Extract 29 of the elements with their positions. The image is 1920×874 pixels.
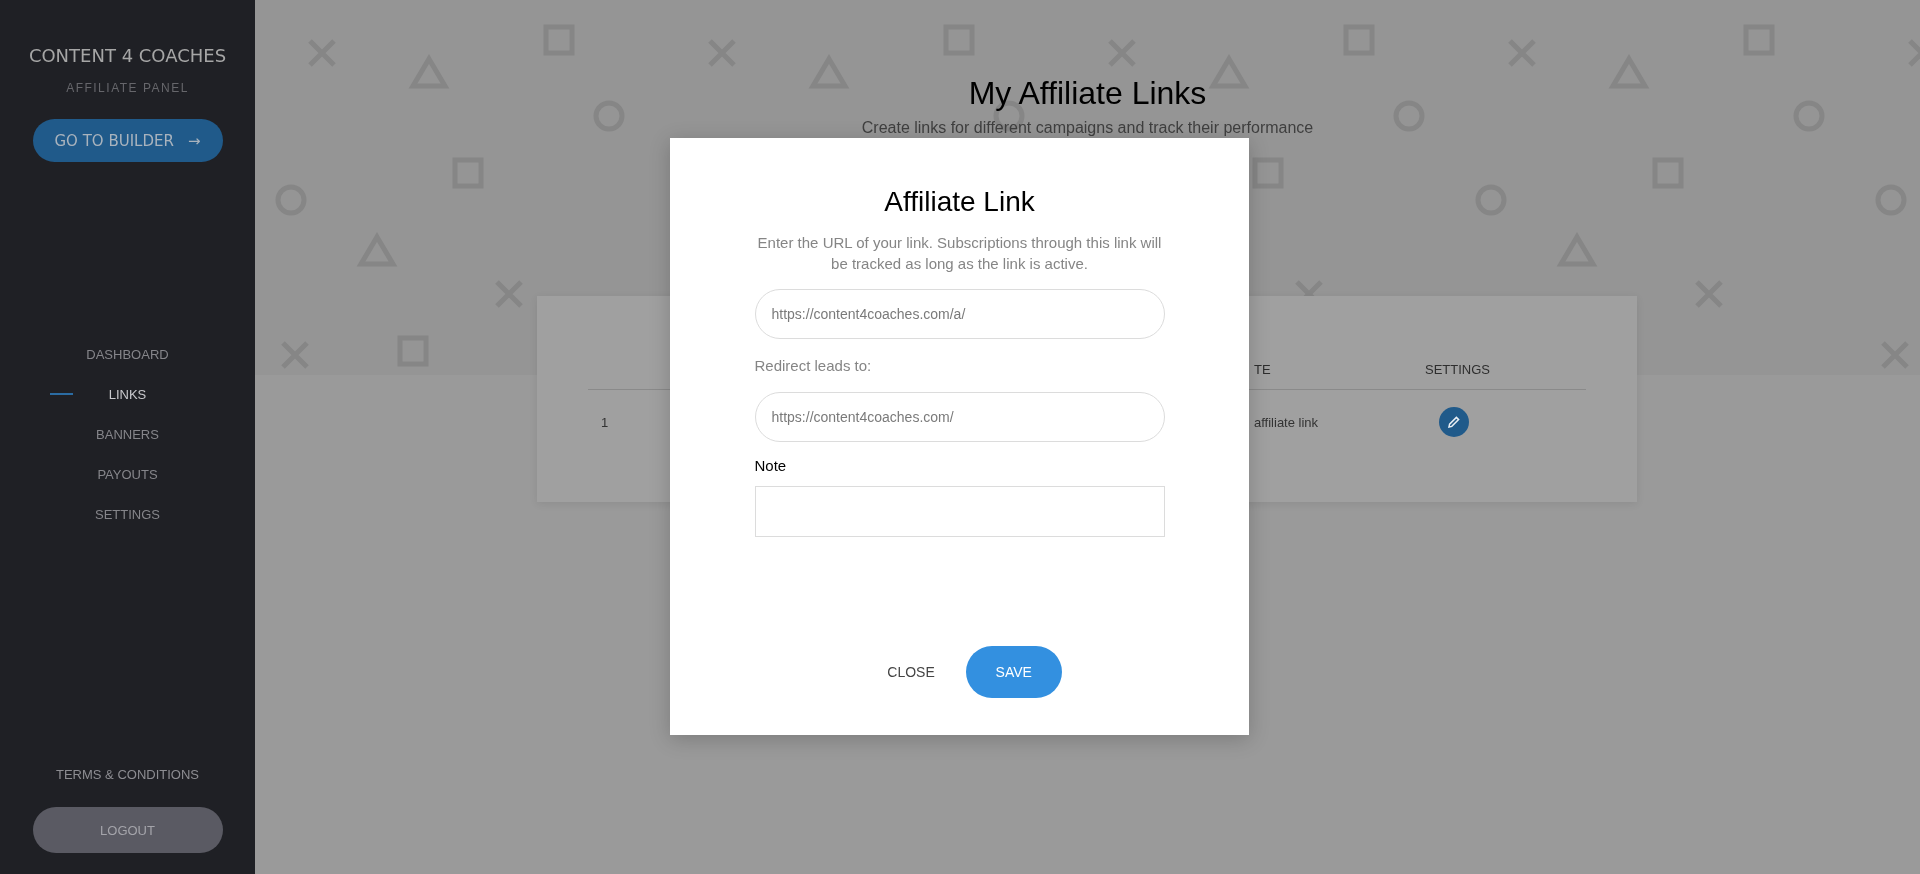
panel-subtitle: AFFILIATE PANEL xyxy=(66,80,189,96)
active-indicator xyxy=(50,393,73,395)
pencil-icon xyxy=(1448,416,1460,428)
nav-link[interactable]: BANNERS xyxy=(96,426,159,442)
arrow-icon: → xyxy=(187,131,201,150)
url-field[interactable]: https://content4coaches.com/a/ xyxy=(754,289,1165,339)
nav-link[interactable]: LINKS xyxy=(108,386,147,402)
nav-link[interactable]: SETTINGS xyxy=(95,506,160,522)
brand-name: CONTENT 4 COACHES xyxy=(28,44,227,68)
field-label: Redirect leads to: xyxy=(754,356,873,376)
table-cell: 1 xyxy=(601,414,609,430)
edit-button[interactable] xyxy=(1439,407,1469,437)
table-cell: affiliate link xyxy=(1254,414,1319,430)
logout-button[interactable]: LOGOUT xyxy=(32,807,223,853)
page-subtitle: Create links for different campaigns and track their performance xyxy=(861,118,1314,138)
nav-link[interactable]: DASHBOARD xyxy=(86,346,169,362)
terms-link[interactable]: TERMS & CONDITIONS xyxy=(56,765,199,785)
nav-link[interactable]: PAYOUTS xyxy=(97,466,158,482)
redirect-url-field[interactable]: https://content4coaches.com/ xyxy=(754,392,1165,442)
page-title: My Affiliate Links xyxy=(968,74,1207,112)
column-header: SETTINGS xyxy=(1425,362,1490,377)
field-label: Note xyxy=(754,456,788,476)
modal-description: Enter the URL of your link. Subscriptions through this link will be tracked as long as the link is active. xyxy=(756,233,1163,274)
note-field[interactable] xyxy=(754,486,1165,537)
modal-title: Affiliate Link xyxy=(884,185,1035,219)
save-button[interactable]: SAVE xyxy=(965,646,1062,698)
go-to-builder-button[interactable]: GO TO BUILDER → xyxy=(32,119,223,162)
column-header: TE xyxy=(1254,362,1271,377)
close-button[interactable]: CLOSE xyxy=(877,646,945,698)
